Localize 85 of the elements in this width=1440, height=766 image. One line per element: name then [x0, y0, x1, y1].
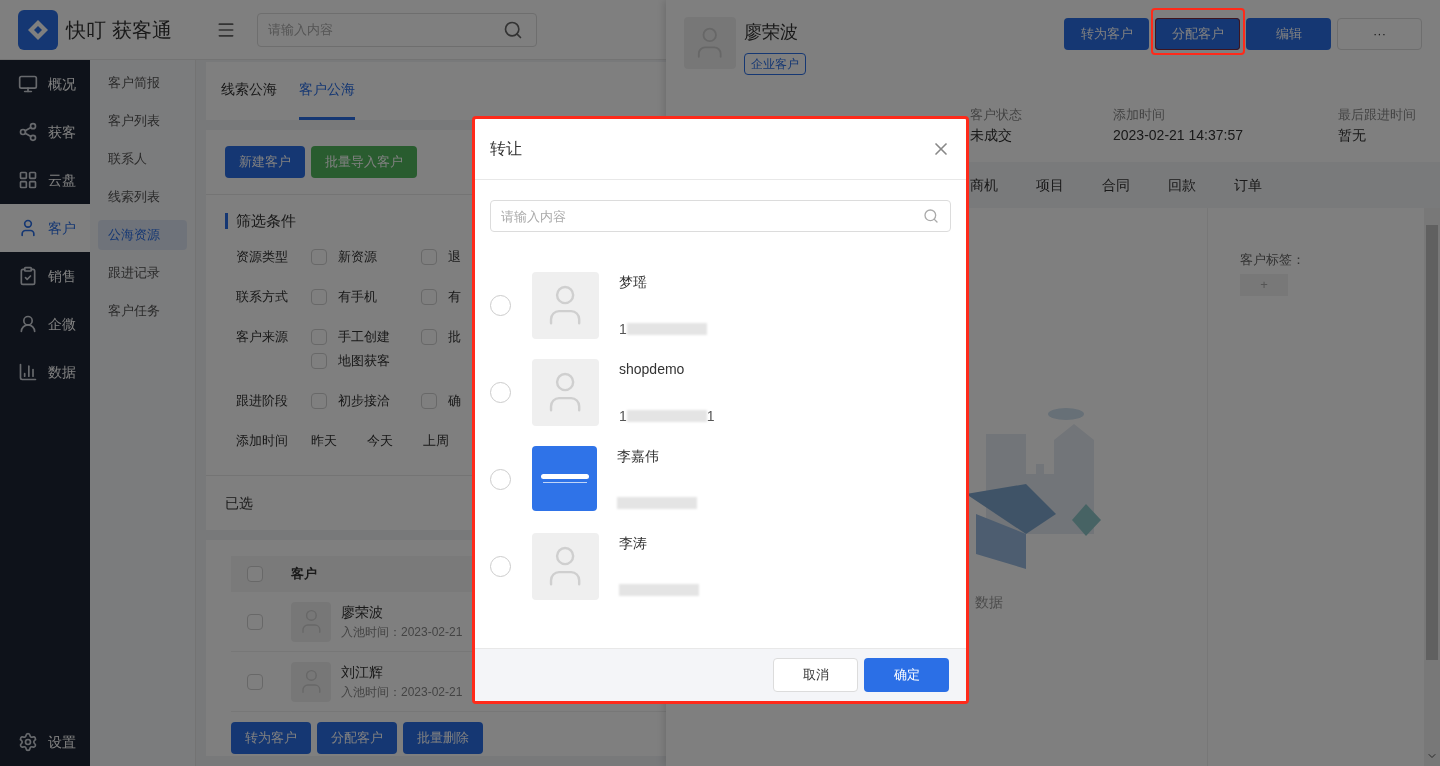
share-icon — [18, 122, 38, 142]
phone-digit: 1 — [619, 319, 627, 339]
grid-icon — [18, 170, 38, 190]
option-label: 初步接洽 — [338, 392, 390, 411]
phone-digit: 1 — [706, 406, 715, 426]
app-name: 快叮 获客通 — [66, 17, 172, 43]
user-name: shopdemo — [619, 360, 686, 379]
more-button[interactable]: ··· — [1337, 18, 1422, 50]
option-label: 手工创建 — [338, 328, 390, 347]
time-option[interactable]: 昨天 — [311, 429, 337, 453]
search-icon[interactable] — [923, 208, 939, 224]
bulk-button[interactable]: 转为客户 — [231, 722, 311, 754]
user-icon — [18, 218, 38, 238]
option-label: 新资源 — [338, 248, 377, 267]
tab[interactable]: 客户公海 — [299, 62, 355, 120]
sub-nav-item[interactable]: 跟进记录 — [98, 258, 187, 288]
option-label: 有 — [448, 288, 461, 307]
nav-item[interactable]: 概况 — [0, 60, 90, 108]
nav-item[interactable]: 获客 — [0, 108, 90, 156]
time-option[interactable]: 上周 — [423, 429, 449, 453]
tab[interactable]: 订单 — [1234, 174, 1262, 196]
sub-nav-item[interactable]: 客户简报 — [98, 68, 187, 98]
field-label: 添加时间 — [1113, 106, 1166, 124]
scrollbar-thumb[interactable] — [1426, 225, 1438, 660]
nav-item[interactable]: 客户 — [0, 204, 90, 252]
customer-name[interactable]: 廖荣波 — [341, 602, 463, 623]
pool-time: 入池时间：2023-02-21 — [341, 684, 463, 701]
customer-name[interactable]: 刘江辉 — [341, 662, 463, 683]
customer-tag: 企业客户 — [744, 53, 806, 75]
action-button[interactable]: 编辑 — [1246, 18, 1331, 50]
field-value: 2023-02-21 14:37:57 — [1113, 125, 1244, 145]
time-option[interactable]: 今天 — [367, 429, 393, 453]
clipboard-check-icon — [18, 266, 38, 286]
user-name: 梦瑶 — [619, 273, 648, 292]
option-label: 退 — [448, 248, 461, 267]
phone-digit: 1 — [619, 406, 627, 426]
user-name: 李嘉伟 — [617, 447, 660, 466]
nav-item[interactable]: 设置 — [0, 718, 90, 766]
option-label: 批 — [448, 328, 461, 347]
search-field[interactable]: 请输入内容 — [490, 200, 951, 232]
option-label: 有手机 — [338, 288, 377, 307]
toolbar-button[interactable]: 新建客户 — [225, 146, 305, 178]
option-label: 地图获客 — [338, 352, 390, 371]
person-icon — [18, 314, 38, 334]
nav-item[interactable]: 云盘 — [0, 156, 90, 204]
action-button[interactable]: 转为客户 — [1064, 18, 1149, 50]
option-label: 确 — [448, 392, 461, 411]
logo-avatar — [532, 446, 597, 511]
tab[interactable]: 回款 — [1168, 174, 1196, 196]
tag-label: 客户标签： — [1240, 251, 1305, 269]
customer-name: 廖荣波 — [744, 21, 798, 44]
action-button[interactable]: 分配客户 — [1155, 18, 1240, 50]
column-header: 客户 — [291, 565, 317, 584]
tab[interactable]: 商机 — [970, 174, 998, 196]
user-name: 李涛 — [619, 534, 648, 553]
nav-item[interactable]: 企微 — [0, 300, 90, 348]
filter-label: 资源类型 — [235, 248, 289, 266]
bar-chart-icon — [18, 362, 38, 382]
filter-label: 添加时间 — [235, 432, 289, 450]
filter-label: 客户来源 — [235, 328, 289, 346]
dialog-button[interactable]: 确定 — [864, 658, 949, 692]
selected-label: 已选 — [225, 493, 253, 513]
tab[interactable]: 项目 — [1036, 174, 1064, 196]
sub-nav-item[interactable]: 客户任务 — [98, 296, 187, 326]
sub-nav-item[interactable]: 客户列表 — [98, 106, 187, 136]
bulk-button[interactable]: 批量删除 — [403, 722, 483, 754]
sub-nav-item[interactable]: 联系人 — [98, 144, 187, 174]
nav-item[interactable]: 数据 — [0, 348, 90, 396]
sub-nav-item[interactable]: 公海资源 — [98, 220, 187, 250]
dialog-button[interactable]: 取消 — [773, 658, 858, 692]
dialog-title: 转让 — [490, 139, 522, 159]
search-icon[interactable] — [502, 19, 523, 40]
field-value: 暂无 — [1338, 125, 1367, 145]
tab[interactable]: 合同 — [1102, 174, 1130, 196]
logo-icon — [18, 9, 58, 50]
tab[interactable]: 线索公海 — [221, 62, 277, 120]
monitor-icon — [18, 74, 38, 94]
pool-time: 入池时间：2023-02-21 — [341, 624, 463, 641]
gear-icon — [18, 732, 38, 752]
sub-nav-item[interactable]: 线索列表 — [98, 182, 187, 212]
filter-label: 联系方式 — [235, 288, 289, 306]
field-value: 未成交 — [970, 125, 1013, 145]
bulk-button[interactable]: 分配客户 — [317, 722, 397, 754]
nav-item[interactable]: 销售 — [0, 252, 90, 300]
filter-label: 跟进阶段 — [235, 392, 289, 410]
